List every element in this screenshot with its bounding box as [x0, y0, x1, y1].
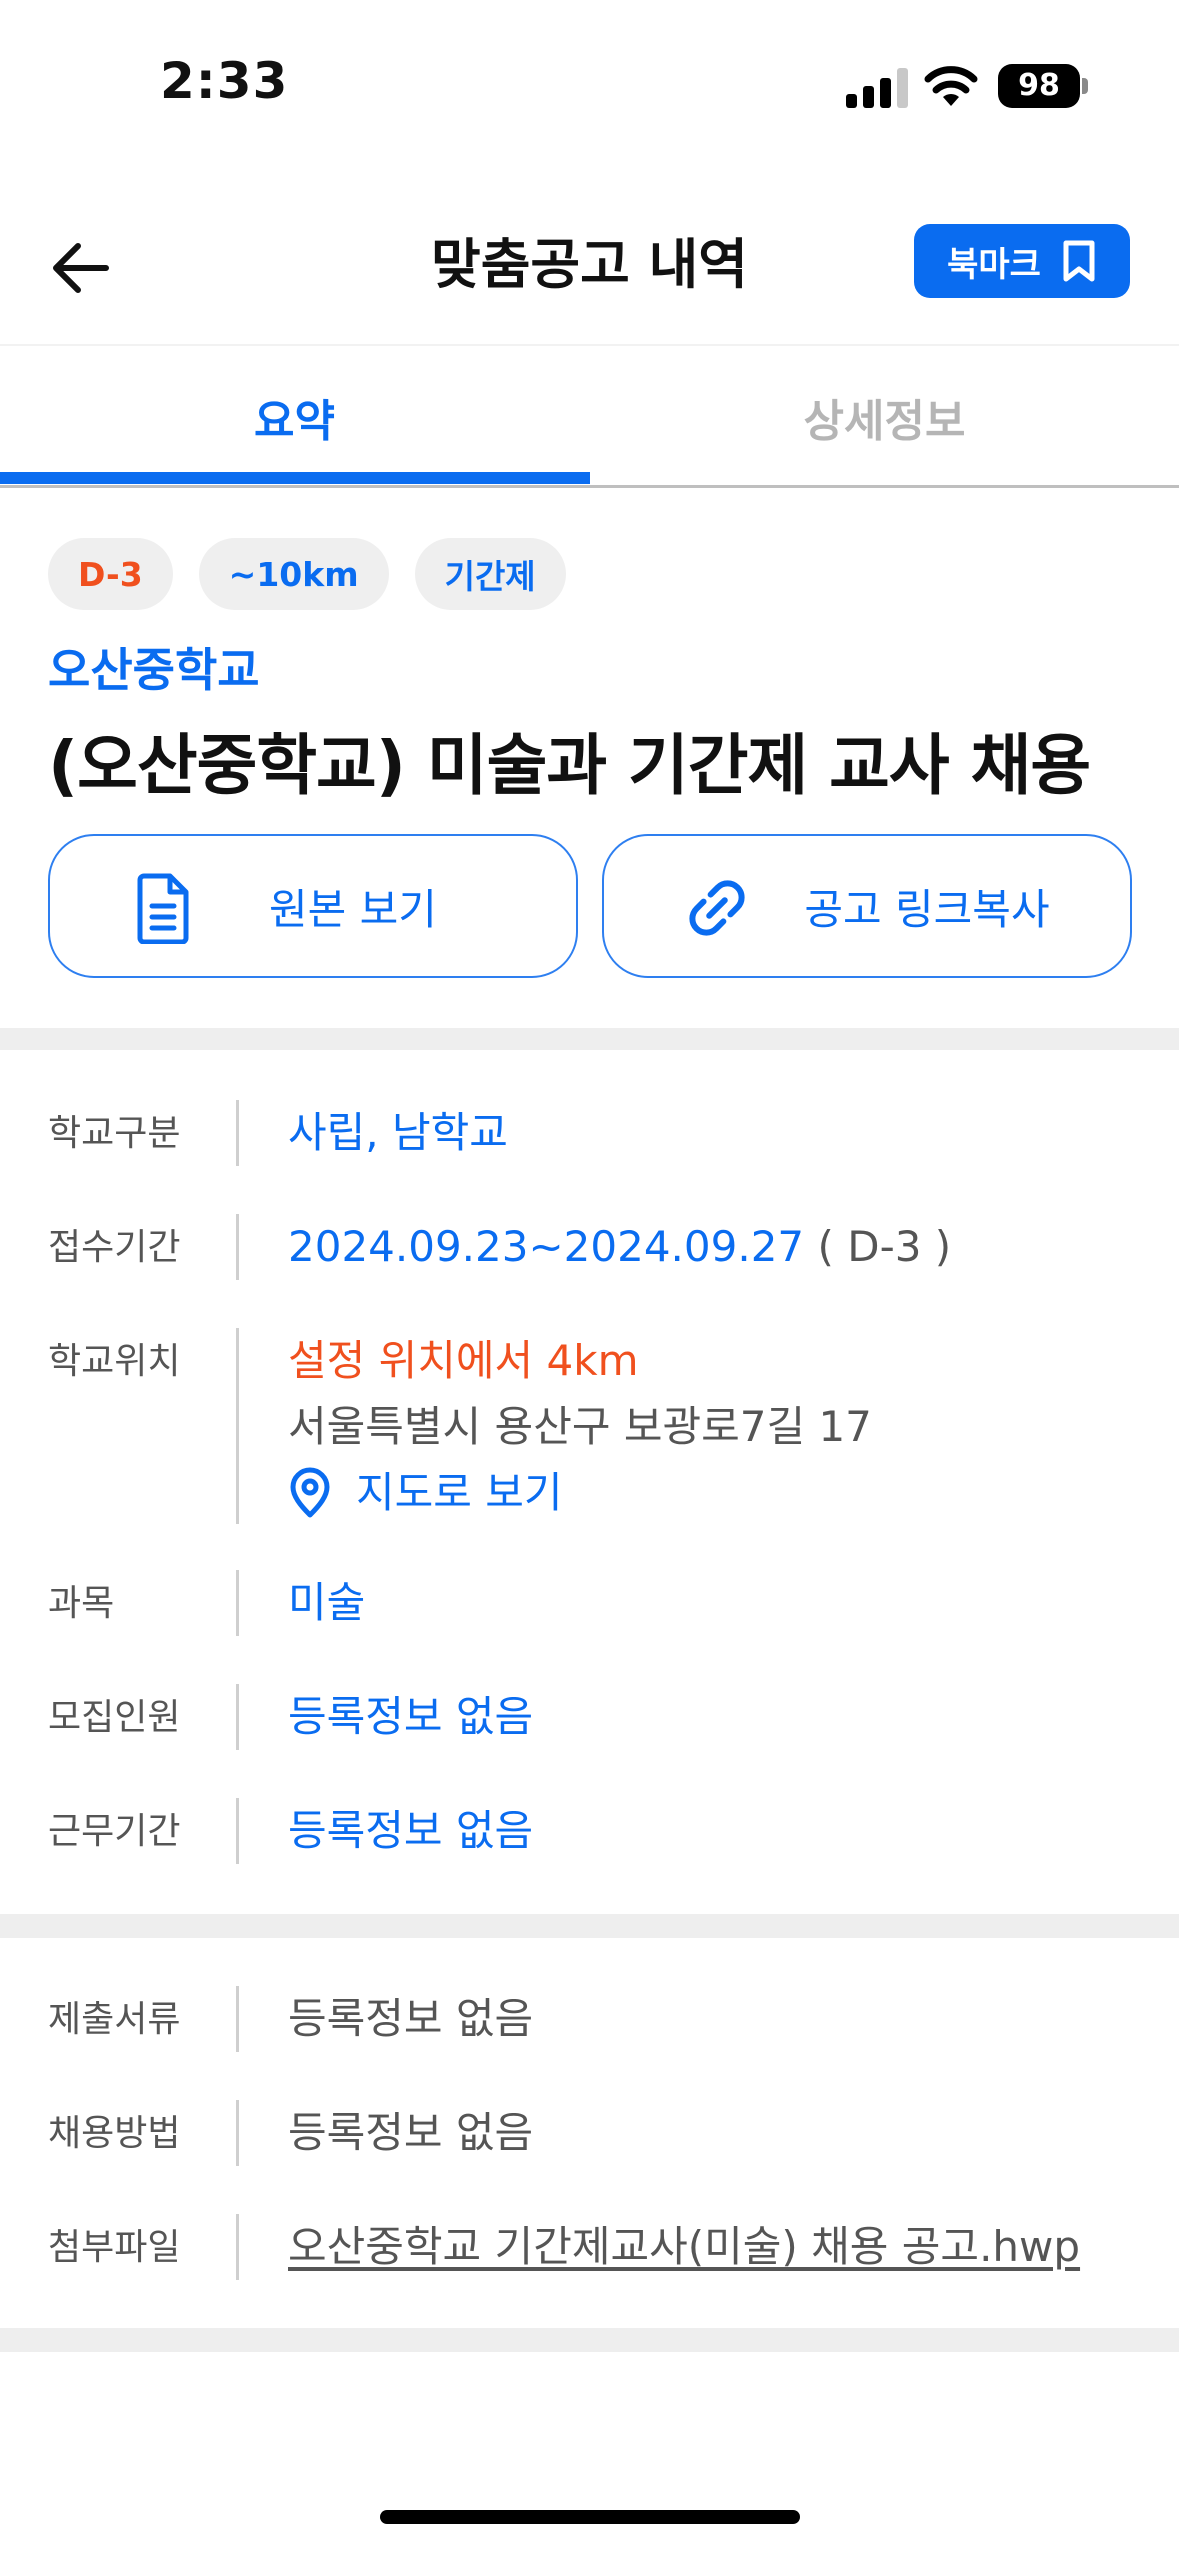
application-period-label: 접수기간 [48, 1227, 181, 1268]
work-period-label: 근무기간 [48, 1811, 181, 1852]
school-location-value: 설정 위치에서 4km 서울특별시 용산구 보광로7길 17 지도로 보기 [288, 1328, 872, 1526]
application-period-value: 2024.09.23~2024.09.27 ( D-3 ) [288, 1214, 951, 1280]
location-distance: 설정 위치에서 4km [288, 1336, 639, 1385]
work-period-value: 등록정보 없음 [288, 1806, 534, 1855]
documents-label: 제출서류 [48, 1999, 181, 2040]
status-time: 2:33 [160, 52, 289, 110]
row-separator [236, 2214, 239, 2280]
row-separator [236, 1570, 239, 1636]
tag-list: D-3 ~10km 기간제 [48, 538, 566, 610]
section-divider [0, 1914, 1179, 1938]
copy-link-label: 공고 링크복사 [804, 884, 1050, 934]
row-separator [236, 2100, 239, 2166]
header: 맞춤공고 내역 북마크 [0, 180, 1179, 340]
view-original-button[interactable]: 원본 보기 [48, 834, 578, 978]
deadline-tag: D-3 [48, 538, 173, 610]
application-period-dates: 2024.09.23~2024.09.27 [288, 1222, 805, 1271]
row-separator [236, 1328, 239, 1524]
distance-tag: ~10km [198, 538, 389, 610]
bookmark-button[interactable]: 북마크 [914, 224, 1130, 298]
subject-value: 미술 [288, 1578, 366, 1627]
info-row-recruit-count: 모집인원 등록정보 없음 [0, 1684, 1179, 1750]
home-indicator[interactable] [380, 2510, 800, 2524]
info-row-application-period: 접수기간 2024.09.23~2024.09.27 ( D-3 ) [0, 1214, 1179, 1280]
bookmark-label: 북마크 [947, 244, 1041, 285]
employment-type-tag: 기간제 [414, 538, 566, 610]
info-row-hiring-method: 채용방법 등록정보 없음 [0, 2100, 1179, 2166]
school-location-label: 학교위치 [48, 1341, 181, 1382]
wifi-icon [924, 66, 978, 106]
hiring-method-value: 등록정보 없음 [288, 2108, 534, 2157]
info-row-documents: 제출서류 등록정보 없음 [0, 1986, 1179, 2052]
row-separator [236, 1986, 239, 2052]
tab-bar: 요약 상세정보 [0, 344, 1179, 488]
info-row-subject: 과목 미술 [0, 1570, 1179, 1636]
application-period-dday: ( D-3 ) [817, 1222, 952, 1271]
info-row-school-type: 학교구분 사립, 남학교 [0, 1100, 1179, 1166]
row-separator [236, 1214, 239, 1280]
row-separator [236, 1798, 239, 1864]
recruit-count-value: 등록정보 없음 [288, 1692, 534, 1741]
bookmark-icon [1063, 240, 1095, 282]
row-separator [236, 1100, 239, 1166]
active-tab-indicator [0, 472, 590, 484]
school-name: 오산중학교 [48, 643, 260, 697]
recruit-count-label: 모집인원 [48, 1697, 181, 1738]
job-title: (오산중학교) 미술과 기간제 교사 채용 [48, 727, 1091, 804]
info-row-work-period: 근무기간 등록정보 없음 [0, 1798, 1179, 1864]
documents-value: 등록정보 없음 [288, 1994, 534, 2043]
section-divider [0, 2328, 1179, 2352]
view-map-label: 지도로 보기 [356, 1468, 563, 1517]
section-divider [0, 1028, 1179, 1050]
info-row-school-location: 학교위치 설정 위치에서 4km 서울특별시 용산구 보광로7길 17 지도로 … [0, 1328, 1179, 1524]
location-address: 서울특별시 용산구 보광로7길 17 [288, 1402, 872, 1451]
view-map-link[interactable]: 지도로 보기 [288, 1460, 872, 1526]
map-pin-icon [290, 1467, 330, 1518]
school-type-label: 학교구분 [48, 1113, 181, 1154]
tab-detail[interactable]: 상세정보 [590, 346, 1179, 487]
info-row-attachment: 첨부파일 오산중학교 기간제교사(미술) 채용 공고.hwp [0, 2214, 1179, 2280]
view-original-label: 원본 보기 [269, 884, 437, 934]
copy-link-button[interactable]: 공고 링크복사 [602, 834, 1132, 978]
row-separator [236, 1684, 239, 1750]
cellular-signal-icon [846, 68, 910, 108]
tab-summary[interactable]: 요약 [0, 346, 589, 487]
battery-icon: 98 [998, 64, 1080, 108]
school-type-value: 사립, 남학교 [288, 1108, 508, 1157]
hiring-method-label: 채용방법 [48, 2113, 181, 2154]
attachment-label: 첨부파일 [48, 2227, 181, 2268]
attachment-file-link[interactable]: 오산중학교 기간제교사(미술) 채용 공고.hwp [288, 2214, 1080, 2280]
subject-label: 과목 [48, 1583, 115, 1624]
battery-tip [1082, 78, 1088, 94]
status-bar: 2:33 98 [0, 0, 1179, 160]
